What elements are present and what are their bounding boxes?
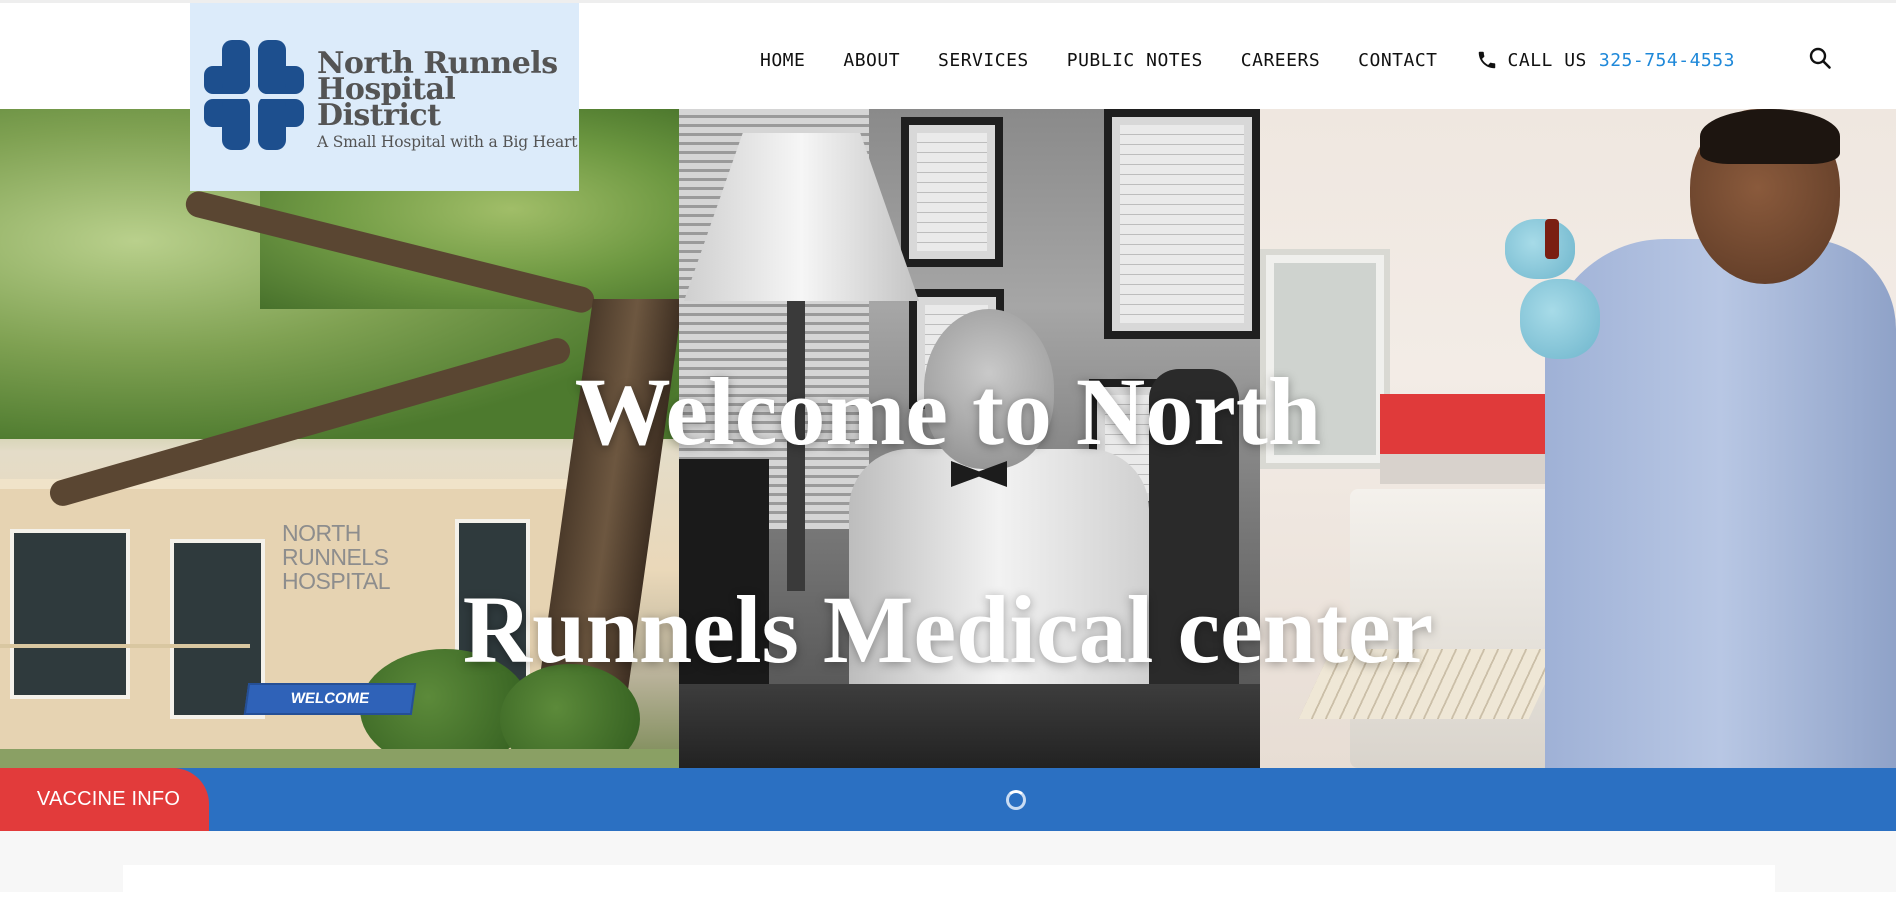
medical-cross-logo-icon (204, 40, 304, 150)
nav-public-notes[interactable]: PUBLIC NOTES (1067, 50, 1203, 71)
content-area (0, 831, 1896, 905)
vaccine-info-label: VACCINE INFO (36, 788, 181, 810)
content-card (123, 865, 1775, 905)
phone-number-link[interactable]: 325-754-4553 (1599, 50, 1735, 71)
building-sign: NORTH RUNNELS HOSPITAL (282, 520, 391, 594)
hero-heading: Welcome to North Runnels Medical center (440, 303, 1456, 739)
hero-heading-line-2: Runnels Medical center (462, 576, 1434, 683)
nav-about[interactable]: ABOUT (843, 50, 900, 71)
search-icon[interactable] (1808, 46, 1832, 70)
logo-tagline: A Small Hospital with a Big Heart (317, 133, 578, 151)
nav-careers[interactable]: CAREERS (1241, 50, 1320, 71)
vaccine-info-button[interactable]: VACCINE INFO (0, 768, 209, 831)
site-logo[interactable]: North Runnels Hospital District A Small … (190, 3, 579, 191)
nav-home[interactable]: HOME (760, 50, 805, 71)
news-ticker: VACCINE INFO (0, 768, 1896, 831)
spinner-icon (1006, 790, 1026, 810)
logo-wordmark: North Runnels Hospital District A Small … (317, 49, 579, 152)
call-us-label: CALL US (1507, 49, 1587, 71)
hero-banner: NORTH RUNNELS HOSPITAL WELCOME Welcome t… (0, 109, 1896, 768)
nav-services[interactable]: SERVICES (938, 50, 1029, 71)
welcome-bench: WELCOME (243, 683, 417, 715)
nav-contact[interactable]: CONTACT (1358, 50, 1437, 71)
call-us: CALL US 325-754-4553 (1476, 49, 1735, 71)
main-nav: HOME ABOUT SERVICES PUBLIC NOTES CAREERS… (760, 45, 1735, 75)
hero-heading-line-1: Welcome to North (574, 358, 1322, 465)
phone-icon (1478, 51, 1495, 69)
